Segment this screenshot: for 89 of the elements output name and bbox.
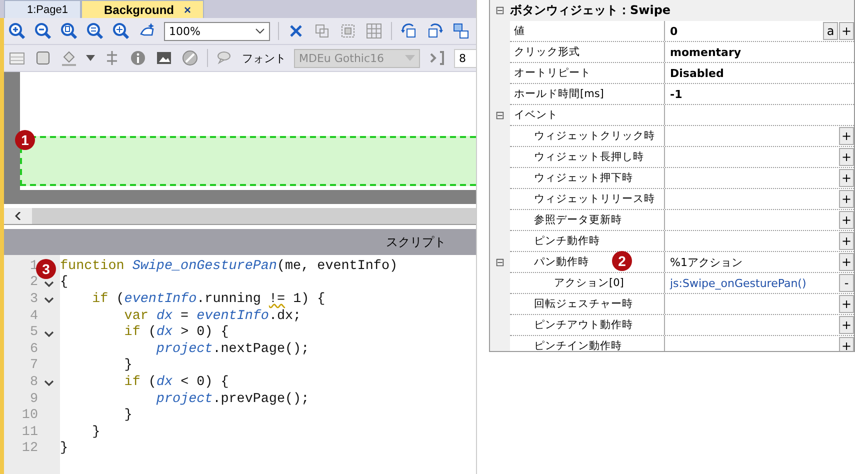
property-name: ホールド時間[ms] (514, 87, 604, 101)
property-button[interactable]: + (839, 232, 854, 250)
fold-icon[interactable] (44, 330, 54, 339)
property-name: パン動作時 (534, 255, 589, 269)
property-button[interactable]: + (839, 148, 854, 166)
code-line: if (dx > 0) { (123, 324, 230, 341)
property-button[interactable]: a (823, 22, 838, 40)
indent-icon[interactable] (428, 49, 446, 67)
image-icon[interactable] (155, 49, 173, 67)
caret-icon[interactable] (86, 55, 95, 61)
zoom-page-icon[interactable] (60, 22, 78, 40)
property-button[interactable]: + (839, 295, 854, 313)
property-value: 0 (670, 24, 678, 38)
property-button[interactable]: + (839, 253, 854, 271)
property-name: オートリピート (514, 66, 591, 80)
property-button[interactable]: + (839, 211, 854, 229)
line-number: 12 (22, 441, 38, 456)
line-number: 2 (30, 275, 38, 290)
dropdown-icon (255, 28, 265, 34)
frame-icon[interactable] (34, 49, 52, 67)
info-icon[interactable] (129, 49, 147, 67)
arrange-icon[interactable] (452, 22, 470, 40)
code-line: if (dx < 0) { (123, 374, 230, 391)
property-value: %1アクション (670, 254, 742, 270)
font-label: フォント (242, 50, 286, 66)
property-name: ウィジェット押下時 (534, 171, 633, 185)
scroll-left-icon[interactable] (15, 212, 21, 220)
line-number: 7 (30, 358, 38, 374)
property-button[interactable]: + (839, 169, 854, 187)
zoom-in-icon[interactable] (8, 22, 26, 40)
property-group-title: ボタンウィジェット：Swipe (510, 2, 671, 19)
property-name: アクション[0] (554, 276, 624, 290)
rotate-left-icon[interactable] (400, 22, 418, 40)
document-tab[interactable]: 1:Page1 (4, 0, 81, 18)
zoom-out-icon[interactable] (34, 22, 52, 40)
line-number: 5 (30, 325, 38, 340)
property-name: ウィジェット長押し時 (534, 150, 644, 164)
property-name: 回転ジェスチャー時 (534, 297, 633, 311)
rotate-right-icon[interactable] (426, 22, 444, 40)
tab-label: 1:Page1 (27, 4, 68, 16)
property-value: momentary (670, 46, 742, 58)
collapse-icon[interactable]: ⊟ (495, 4, 505, 17)
line-number: 3 (30, 292, 38, 307)
property-button[interactable]: + (839, 337, 854, 351)
size-combo[interactable]: 8 (454, 48, 476, 68)
property-name: ウィジェットリリース時 (534, 192, 655, 206)
code-line: } (123, 358, 134, 374)
close-icon[interactable]: × (184, 2, 192, 16)
dropdown-icon (405, 55, 415, 61)
property-value: js:Swipe_onGesturePan() (670, 276, 806, 290)
property-value: Disabled (670, 66, 724, 80)
line-number: 11 (22, 424, 38, 440)
property-button[interactable]: + (839, 190, 854, 208)
property-name: 参照データ更新時 (534, 213, 622, 227)
property-button[interactable]: + (839, 127, 854, 145)
code-line: } (60, 440, 70, 458)
line-number: 4 (30, 308, 38, 324)
property-name: クリック形式 (514, 45, 580, 59)
line-number: 8 (30, 374, 38, 390)
document-tab[interactable]: Background × (80, 0, 204, 18)
property-name: ピンチイン動作時 (534, 339, 622, 351)
tab-label: Background (104, 2, 174, 16)
collapse-icon[interactable]: ⊟ (495, 256, 505, 269)
code-line: var dx = eventInfo.dx; (123, 308, 302, 324)
property-name: イベント (514, 108, 558, 122)
zoom-combo[interactable]: 100% (164, 22, 270, 40)
property-button[interactable]: + (839, 316, 854, 334)
line-number: 9 (30, 392, 38, 407)
zoom-fit-icon[interactable] (86, 22, 104, 40)
zoom-center-icon[interactable] (112, 22, 130, 40)
property-value: -1 (670, 88, 682, 100)
code-line: project.nextPage(); (155, 340, 310, 358)
code-line: } (91, 424, 102, 441)
code-line: project.prevPage(); (155, 390, 310, 408)
code-line: { (60, 274, 70, 292)
property-name: 値 (514, 24, 525, 38)
line-number: 10 (22, 408, 38, 424)
code-line: } (123, 407, 134, 424)
code-line: function Swipe_onGesturePan(me, eventInfo) (60, 258, 398, 275)
property-name: ピンチアウト動作時 (534, 318, 633, 332)
line-number: 6 (30, 342, 38, 357)
fold-icon[interactable] (44, 380, 54, 388)
property-name: ピンチ動作時 (534, 234, 600, 248)
property-name: ウィジェットクリック時 (534, 129, 655, 143)
property-button[interactable]: + (839, 22, 854, 40)
panel-title: スクリプト (386, 234, 446, 250)
property-button[interactable]: - (839, 274, 854, 292)
code-line: if (eventInfo.running != 1) { (91, 291, 326, 308)
collapse-icon[interactable]: ⊟ (495, 109, 505, 122)
